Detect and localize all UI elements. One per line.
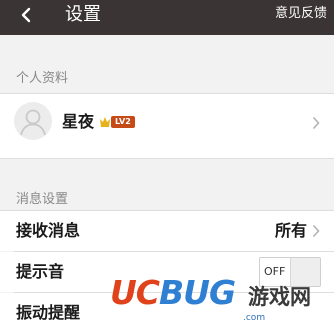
profile-row[interactable]: 星夜 LV2 (0, 94, 334, 158)
message-section-header: 消息设置 (16, 192, 69, 207)
avatar (14, 102, 52, 140)
back-button[interactable] (12, 0, 40, 30)
receive-messages-value: 所有 (274, 221, 307, 240)
receive-messages-row[interactable]: 接收消息 所有 (0, 211, 334, 251)
level-badge: LV2 (111, 116, 135, 128)
divider (0, 158, 334, 159)
notification-sound-label: 提示音 (16, 262, 65, 281)
watermark-logo-bug: BUG (159, 273, 236, 312)
receive-messages-label: 接收消息 (16, 221, 81, 240)
chevron-right-icon (312, 224, 320, 238)
profile-section-header: 个人资料 (16, 71, 69, 86)
vibration-label: 振动提醒 (16, 303, 81, 322)
watermark-cn-text: 游戏网 (248, 285, 311, 309)
watermark-url: .com (243, 313, 266, 323)
watermark-logo: UCBUG (110, 273, 236, 312)
watermark: UCBUG 游戏网 .com (110, 272, 334, 332)
feedback-link[interactable]: 意见反馈 (275, 6, 327, 22)
top-bar: 设置 意见反馈 (0, 0, 334, 35)
watermark-logo-uc: UC (110, 273, 160, 312)
nickname: 星夜 (62, 112, 95, 131)
back-arrow-icon (21, 7, 31, 23)
avatar-placeholder-icon (20, 109, 46, 136)
chevron-right-icon (312, 116, 320, 130)
crown-icon (100, 117, 110, 127)
page-title: 设置 (65, 4, 101, 25)
